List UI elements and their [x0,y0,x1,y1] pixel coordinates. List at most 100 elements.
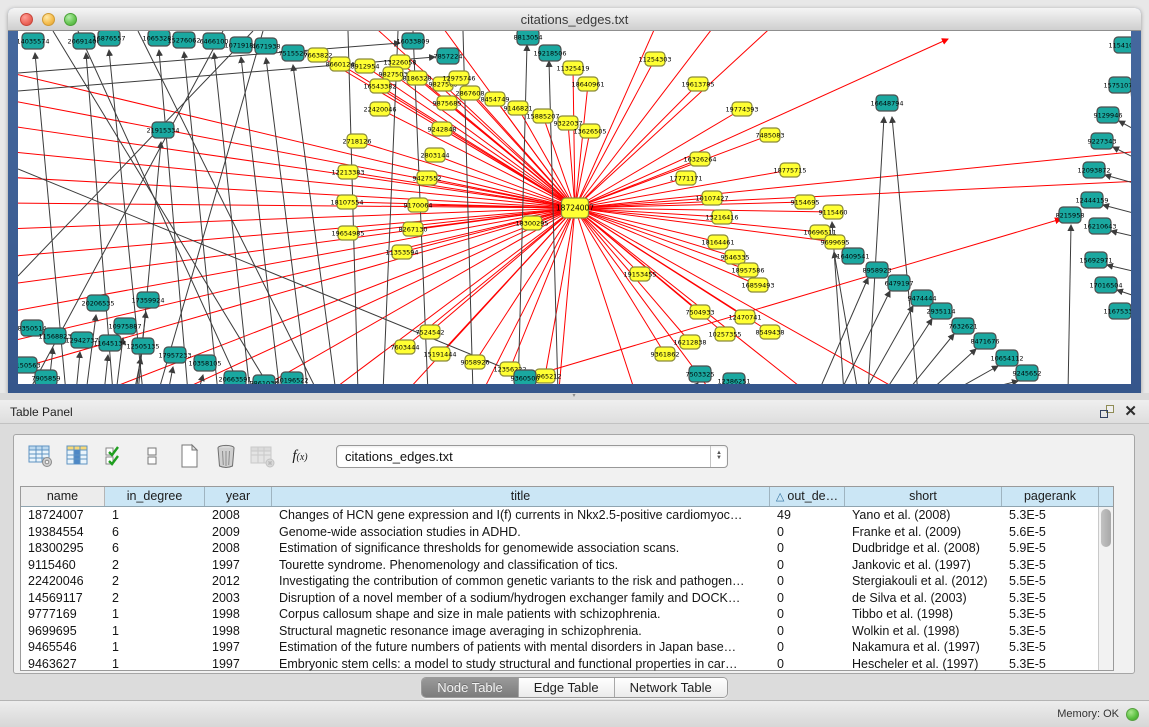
graph-node-label: 9150563 [18,361,40,369]
table-header-row: namein_degreeyeartitle△ out_de…shortpage… [21,487,1113,507]
table-cell: 22420046 [21,573,105,590]
graph-edge [104,355,108,384]
table-selector-dropdown[interactable]: citations_edges.txt ▲▼ [336,445,728,468]
table-row[interactable]: 2242004622012Investigating the contribut… [21,573,1113,590]
graph-node-label: 17359924 [131,296,164,304]
graph-edge [86,315,96,384]
table-cell: 5.3E-5 [1002,507,1099,524]
table-cell: de Silva et al. (2003) [845,590,1002,607]
table-row[interactable]: 969969511998Structural magnetic resonanc… [21,623,1113,640]
network-canvas-svg[interactable]: 7663822866012489129541322605898275031654… [18,31,1131,384]
float-panel-icon[interactable] [1100,405,1114,418]
table-vertical-scrollbar[interactable] [1098,507,1113,670]
graph-edge [1111,231,1131,238]
table-panel-title: Table Panel [0,405,1100,419]
graph-node-label: 7663822 [304,51,333,59]
tab-node-table[interactable]: Node Table [422,678,519,697]
table-row[interactable]: 1938455462009Genome-wide association stu… [21,524,1113,541]
table-cell: 9465546 [21,639,105,656]
delete-table-icon [248,442,278,470]
table-cell: 0 [770,606,845,623]
table-cell: 5.5E-5 [1002,573,1099,590]
table-cell: 1 [105,507,205,524]
table-row[interactable]: 1872400712008Changes of HCN gene express… [21,507,1113,524]
graph-edge [442,129,575,208]
table-panel-titlebar: Table Panel ✕ [0,400,1149,424]
graph-edge [575,151,1131,208]
show-columns-icon[interactable] [63,442,93,470]
table-cell: Structural magnetic resonance image aver… [272,623,770,640]
graph-node-label: 22420046 [363,105,396,113]
graph-node-label: 18775715 [773,166,806,174]
graph-node-label: 10975887 [108,322,141,330]
table-mode-icon[interactable] [26,442,56,470]
close-panel-icon[interactable]: ✕ [1124,405,1137,419]
delete-column-icon[interactable] [211,442,241,470]
memory-status-label: Memory: OK [1057,708,1119,720]
column-header-title[interactable]: title [272,487,770,506]
graph-node-label: 9360506 [511,374,540,382]
graph-node-label: 2935114 [927,307,956,315]
row-height-icon[interactable] [137,442,167,470]
table-cell: 5.3E-5 [1002,639,1099,656]
table-row[interactable]: 946554611997Estimation of the future num… [21,639,1113,656]
column-header-name[interactable]: name [21,487,105,506]
tab-edge-table[interactable]: Edge Table [519,678,615,697]
table-cell: 2 [105,573,205,590]
new-column-icon[interactable] [174,442,204,470]
graph-edge [478,208,575,384]
table-row[interactable]: 1456911722003Disruption of a novel membe… [21,590,1113,607]
table-cell: Nakamura et al. (1997) [845,639,1002,656]
table-cell: 0 [770,524,845,541]
graph-node-label: 10107427 [695,194,728,202]
table-cell: Investigating the contribution of common… [272,573,770,590]
table-cell: 1997 [205,656,272,673]
graph-node-label: 7905859 [32,374,61,382]
column-header-pagerank[interactable]: pagerank [1002,487,1099,506]
table-row[interactable]: 946362711997Embryonic stem cells: a mode… [21,656,1113,673]
table-cell: 1998 [205,623,272,640]
graph-edge [1107,265,1131,273]
graph-node-label: 11675338 [1103,307,1131,315]
column-header-short[interactable]: short [845,487,1002,506]
select-rows-icon[interactable] [100,442,130,470]
table-cell: Genome-wide association studies in ADHD. [272,524,770,541]
table-cell: Estimation of the future numbers of pati… [272,639,770,656]
column-header-out_de[interactable]: △ out_de… [770,487,845,506]
graph-edge [575,208,718,384]
table-row[interactable]: 911546021997Tourette syndrome. Phenomeno… [21,557,1113,574]
table-panel-body: f(x) citations_edges.txt ▲▼ namein_degre… [0,424,1149,700]
graph-node-label: 9058926 [461,358,490,366]
function-builder-icon[interactable]: f(x) [285,442,315,470]
graph-edge [214,53,250,384]
table-cell: 14569117 [21,590,105,607]
table-row[interactable]: 1830029562008Estimation of significance … [21,540,1113,557]
graph-node-label: 15276062 [167,36,200,44]
column-header-year[interactable]: year [205,487,272,506]
table-cell: Hescheler et al. (1997) [845,656,1002,673]
splitter-handle-icon[interactable]: ▾ [568,394,580,399]
graph-node-label: 18164461 [701,238,734,246]
graph-node-label: 6479197 [885,279,914,287]
table-cell: 6 [105,540,205,557]
table-cell: 2 [105,590,205,607]
graph-edge [575,84,588,208]
column-header-in_degree[interactable]: in_degree [105,487,205,506]
graph-edge [558,208,575,384]
tab-network-table[interactable]: Network Table [615,678,727,697]
table-cell: Dudbridge et al. (2008) [845,540,1002,557]
table-cell: 0 [770,540,845,557]
graph-edge [266,58,308,384]
scrollbar-thumb[interactable] [1101,509,1111,547]
table-cell: 5.9E-5 [1002,540,1099,557]
graph-node-label: 12505135 [126,342,159,350]
table-cell: 5.3E-5 [1002,656,1099,673]
network-view[interactable]: 7663822866012489129541322605898275031654… [18,31,1131,384]
graph-node-label: 9146821 [504,104,533,112]
table-row[interactable]: 977716911998Corpus callosum shape and si… [21,606,1113,623]
graph-edge [158,31,263,384]
window-titlebar[interactable]: citations_edges.txt [8,8,1141,31]
graph-node-label: 8350514 [18,324,46,332]
graph-edge [575,208,665,354]
panel-splitter[interactable]: ▾ [0,393,1149,400]
